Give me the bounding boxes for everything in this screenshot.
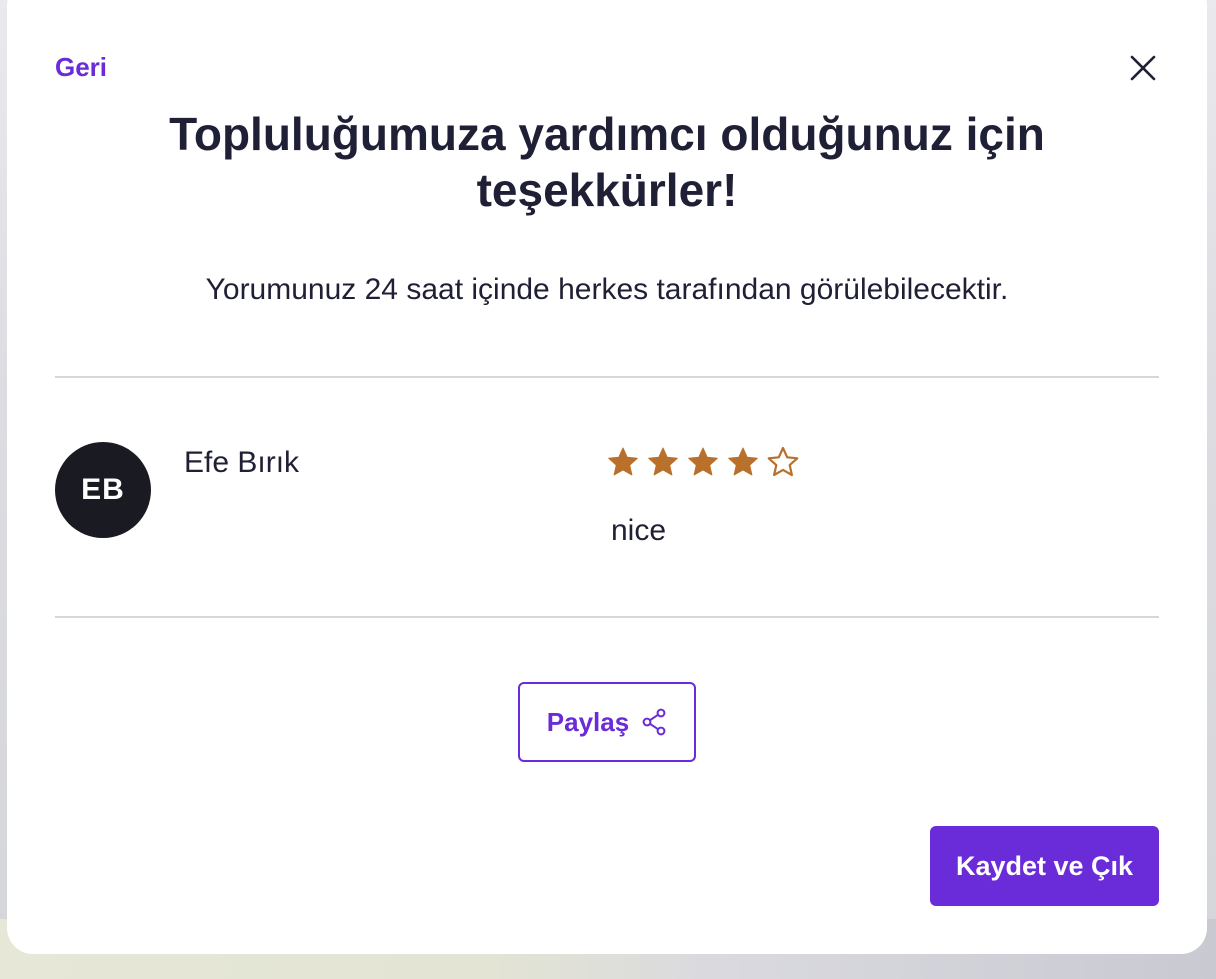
avatar: EB (55, 442, 151, 538)
divider (55, 616, 1159, 618)
close-button[interactable] (1127, 52, 1159, 84)
close-icon (1130, 55, 1156, 81)
share-icon (642, 708, 666, 736)
star-filled-icon (728, 447, 758, 476)
back-link[interactable]: Geri (55, 52, 107, 83)
review-confirmation-modal: Geri Topluluğumuza yardımcı olduğunuz iç… (7, 0, 1207, 954)
star-filled-icon (648, 447, 678, 476)
page-title: Topluluğumuza yardımcı olduğunuz için te… (169, 108, 1045, 216)
star-filled-icon (608, 447, 638, 476)
star-rating (607, 446, 799, 478)
star-empty-icon (767, 446, 799, 477)
review-text: nice (611, 514, 667, 547)
confirmation-message: Yorumunuz 24 saat içinde herkes tarafınd… (205, 273, 1009, 306)
divider (55, 376, 1159, 378)
save-and-exit-button[interactable]: Kaydet ve Çık (930, 826, 1159, 906)
share-button[interactable]: Paylaş (518, 682, 696, 762)
share-button-label: Paylaş (546, 706, 630, 737)
star-filled-icon (688, 447, 718, 476)
reviewer-name: Efe Bırık (184, 446, 300, 479)
